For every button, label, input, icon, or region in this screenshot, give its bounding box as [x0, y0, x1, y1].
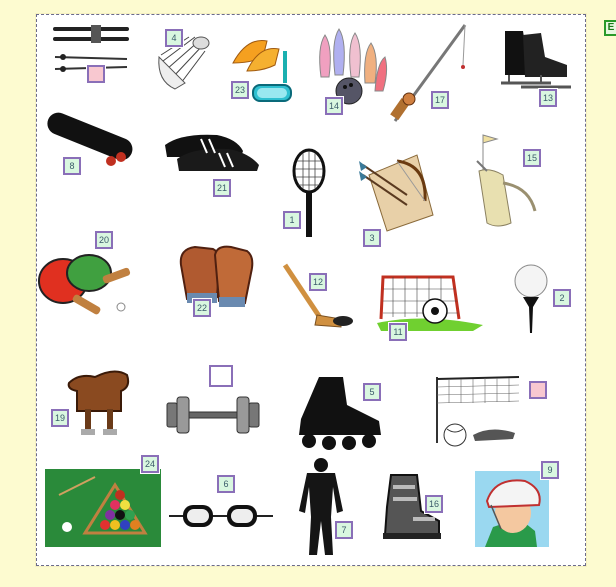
answer-box-billiards[interactable]: 24: [140, 454, 160, 474]
answer-box-inline-skate[interactable]: 5: [362, 382, 382, 402]
golf-ball-image: [511, 263, 551, 335]
answer-box-ski-boot[interactable]: 16: [424, 494, 444, 514]
fishing-rod-image: [389, 21, 469, 125]
ping-pong-image: [37, 251, 133, 317]
answer-box-volleyball-net[interactable]: [528, 380, 548, 400]
ice-skates-image: [497, 27, 573, 91]
answer-box-skateboard[interactable]: 8: [62, 156, 82, 176]
answer-box-bowling[interactable]: 14: [324, 96, 344, 116]
answer-box-golf-ball[interactable]: 2: [552, 288, 572, 308]
answer-box-bow-arrows[interactable]: 3: [362, 228, 382, 248]
corner-button[interactable]: E: [604, 20, 616, 36]
skateboard-image: [41, 111, 137, 167]
boxing-gloves-image: [173, 241, 257, 313]
volleyball-net-image: [433, 373, 523, 449]
hockey-stick-image: [279, 261, 359, 333]
answer-box-shuttlecock[interactable]: 4: [164, 28, 184, 48]
answer-box-ping-pong[interactable]: 20: [94, 230, 114, 250]
bowling-image: [311, 27, 391, 107]
answer-box-boxing-gloves[interactable]: 22: [192, 298, 212, 318]
saddle-image: [65, 363, 135, 439]
answer-box-ice-skates[interactable]: 13: [538, 88, 558, 108]
answer-box-saddle[interactable]: 19: [50, 408, 70, 428]
answer-box-hockey-stick[interactable]: 12: [308, 272, 328, 292]
answer-box-flippers[interactable]: 23: [230, 80, 250, 100]
football-boots-image: [161, 125, 265, 181]
answer-box-skis[interactable]: [86, 64, 106, 84]
answer-box-golf-bag[interactable]: 15: [522, 148, 542, 168]
answer-box-soccer-goal[interactable]: 11: [388, 322, 408, 342]
answer-box-fishing-rod[interactable]: 17: [430, 90, 450, 110]
answer-box-goggles[interactable]: 6: [216, 474, 236, 494]
wetsuit-image: [293, 457, 349, 557]
goggles-image: [167, 501, 275, 531]
answer-box-dumbbell[interactable]: [208, 364, 234, 388]
answer-box-football-boots[interactable]: 21: [212, 178, 232, 198]
answer-box-wetsuit[interactable]: 7: [334, 520, 354, 540]
answer-box-helmet[interactable]: 9: [540, 460, 560, 480]
shuttlecock-image: [155, 31, 215, 95]
billiards-image: [45, 469, 161, 547]
soccer-goal-image: [373, 267, 485, 331]
bow-arrows-image: [357, 145, 437, 235]
dumbbell-image: [163, 393, 263, 437]
answer-box-tennis-racket[interactable]: 1: [282, 210, 302, 230]
matching-board: 4 23 14 17 13 8 21 1 3 15 20 22 12 11 2 …: [36, 14, 586, 566]
helmet-image: [475, 471, 549, 547]
golf-bag-image: [469, 131, 549, 231]
